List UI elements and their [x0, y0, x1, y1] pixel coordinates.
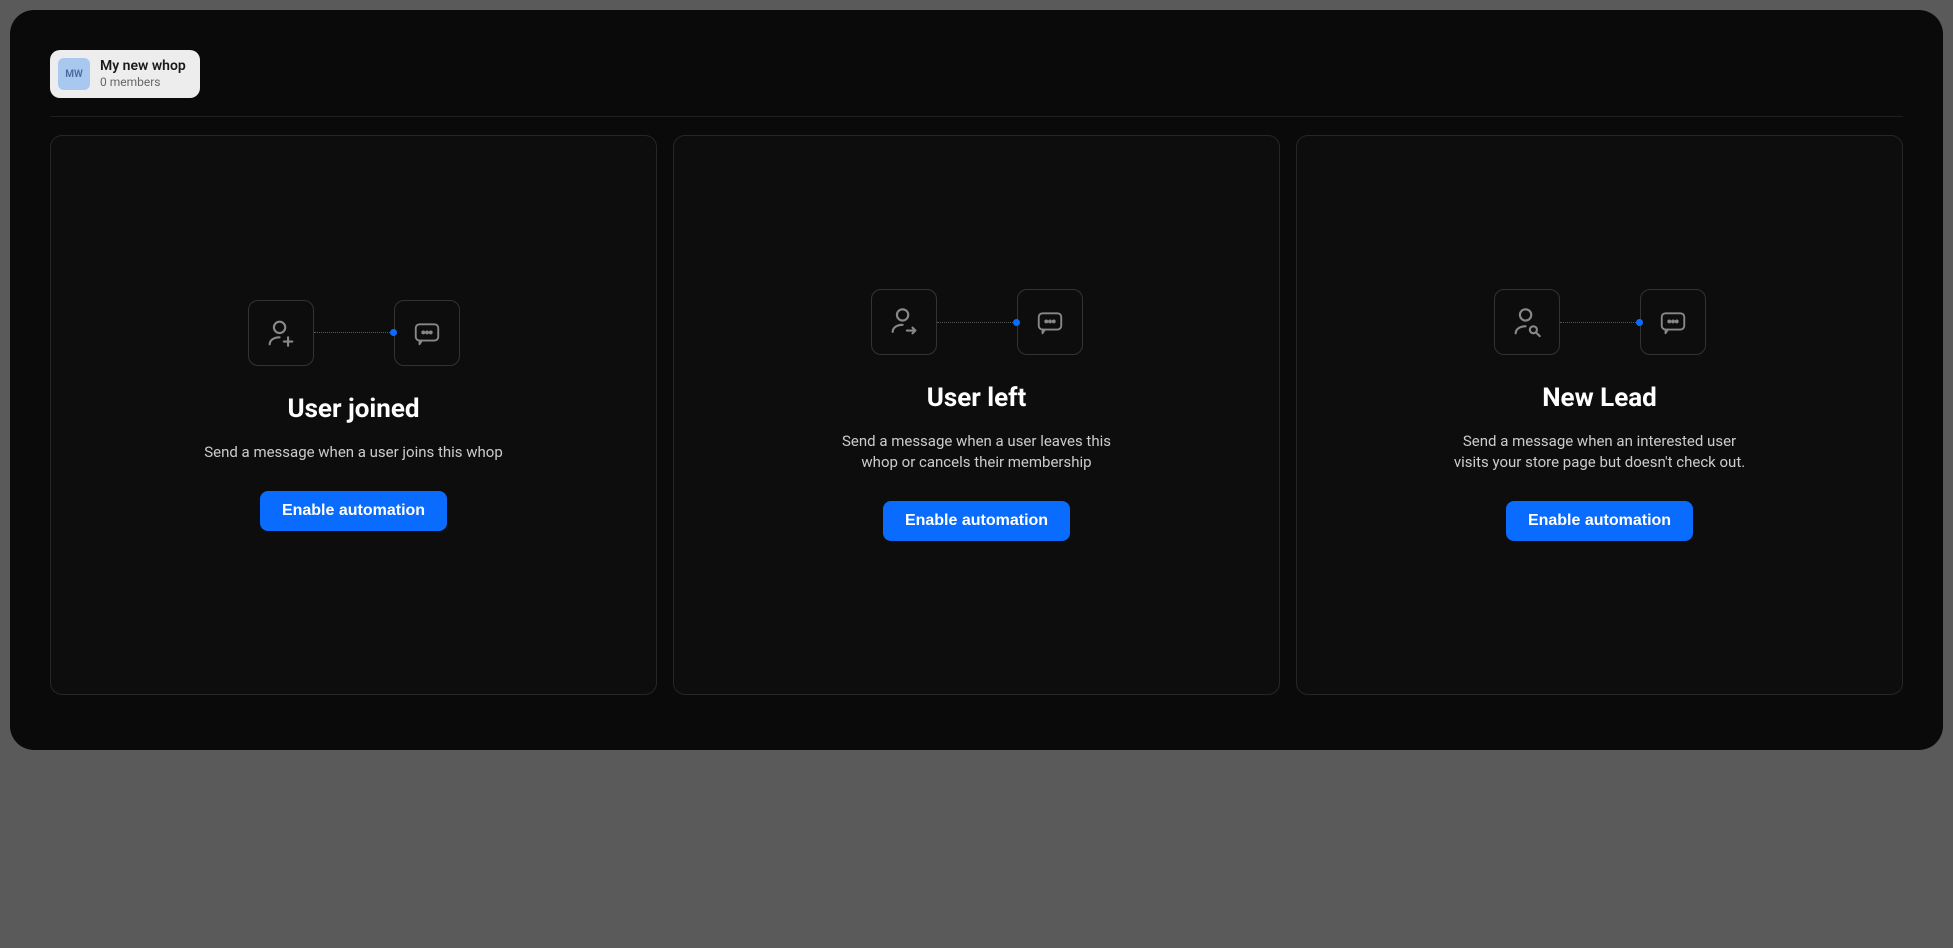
automation-cards-row: User joined Send a message when a user j… — [50, 135, 1903, 695]
automation-card-user-left: User left Send a message when a user lea… — [673, 135, 1280, 695]
card-description: Send a message when a user leaves this w… — [827, 431, 1127, 473]
message-icon — [1017, 289, 1083, 355]
whop-avatar: MW — [58, 58, 90, 90]
whop-avatar-text: MW — [65, 69, 83, 80]
connector-dot-icon — [390, 329, 397, 336]
connector — [314, 332, 394, 333]
user-arrow-icon — [871, 289, 937, 355]
icon-row — [1494, 289, 1706, 355]
connector-dot-icon — [1013, 319, 1020, 326]
icon-row — [248, 300, 460, 366]
card-description: Send a message when a user joins this wh… — [204, 442, 503, 463]
enable-automation-button[interactable]: Enable automation — [260, 491, 447, 531]
connector — [937, 322, 1017, 323]
whop-badge-text: My new whop 0 members — [100, 58, 186, 89]
whop-name: My new whop — [100, 58, 186, 75]
user-search-icon — [1494, 289, 1560, 355]
card-title: User joined — [287, 394, 419, 424]
connector-dot-icon — [1636, 319, 1643, 326]
card-title: New Lead — [1542, 383, 1657, 413]
message-icon — [1640, 289, 1706, 355]
icon-row — [871, 289, 1083, 355]
enable-automation-button[interactable]: Enable automation — [883, 501, 1070, 541]
automation-card-new-lead: New Lead Send a message when an interest… — [1296, 135, 1903, 695]
card-title: User left — [927, 383, 1027, 413]
message-icon — [394, 300, 460, 366]
user-plus-icon — [248, 300, 314, 366]
whop-members: 0 members — [100, 75, 186, 89]
enable-automation-button[interactable]: Enable automation — [1506, 501, 1693, 541]
divider — [50, 116, 1903, 117]
connector — [1560, 322, 1640, 323]
automation-card-user-joined: User joined Send a message when a user j… — [50, 135, 657, 695]
card-description: Send a message when an interested user v… — [1450, 431, 1750, 473]
whop-badge[interactable]: MW My new whop 0 members — [50, 50, 200, 98]
main-panel: MW My new whop 0 members — [10, 10, 1943, 750]
